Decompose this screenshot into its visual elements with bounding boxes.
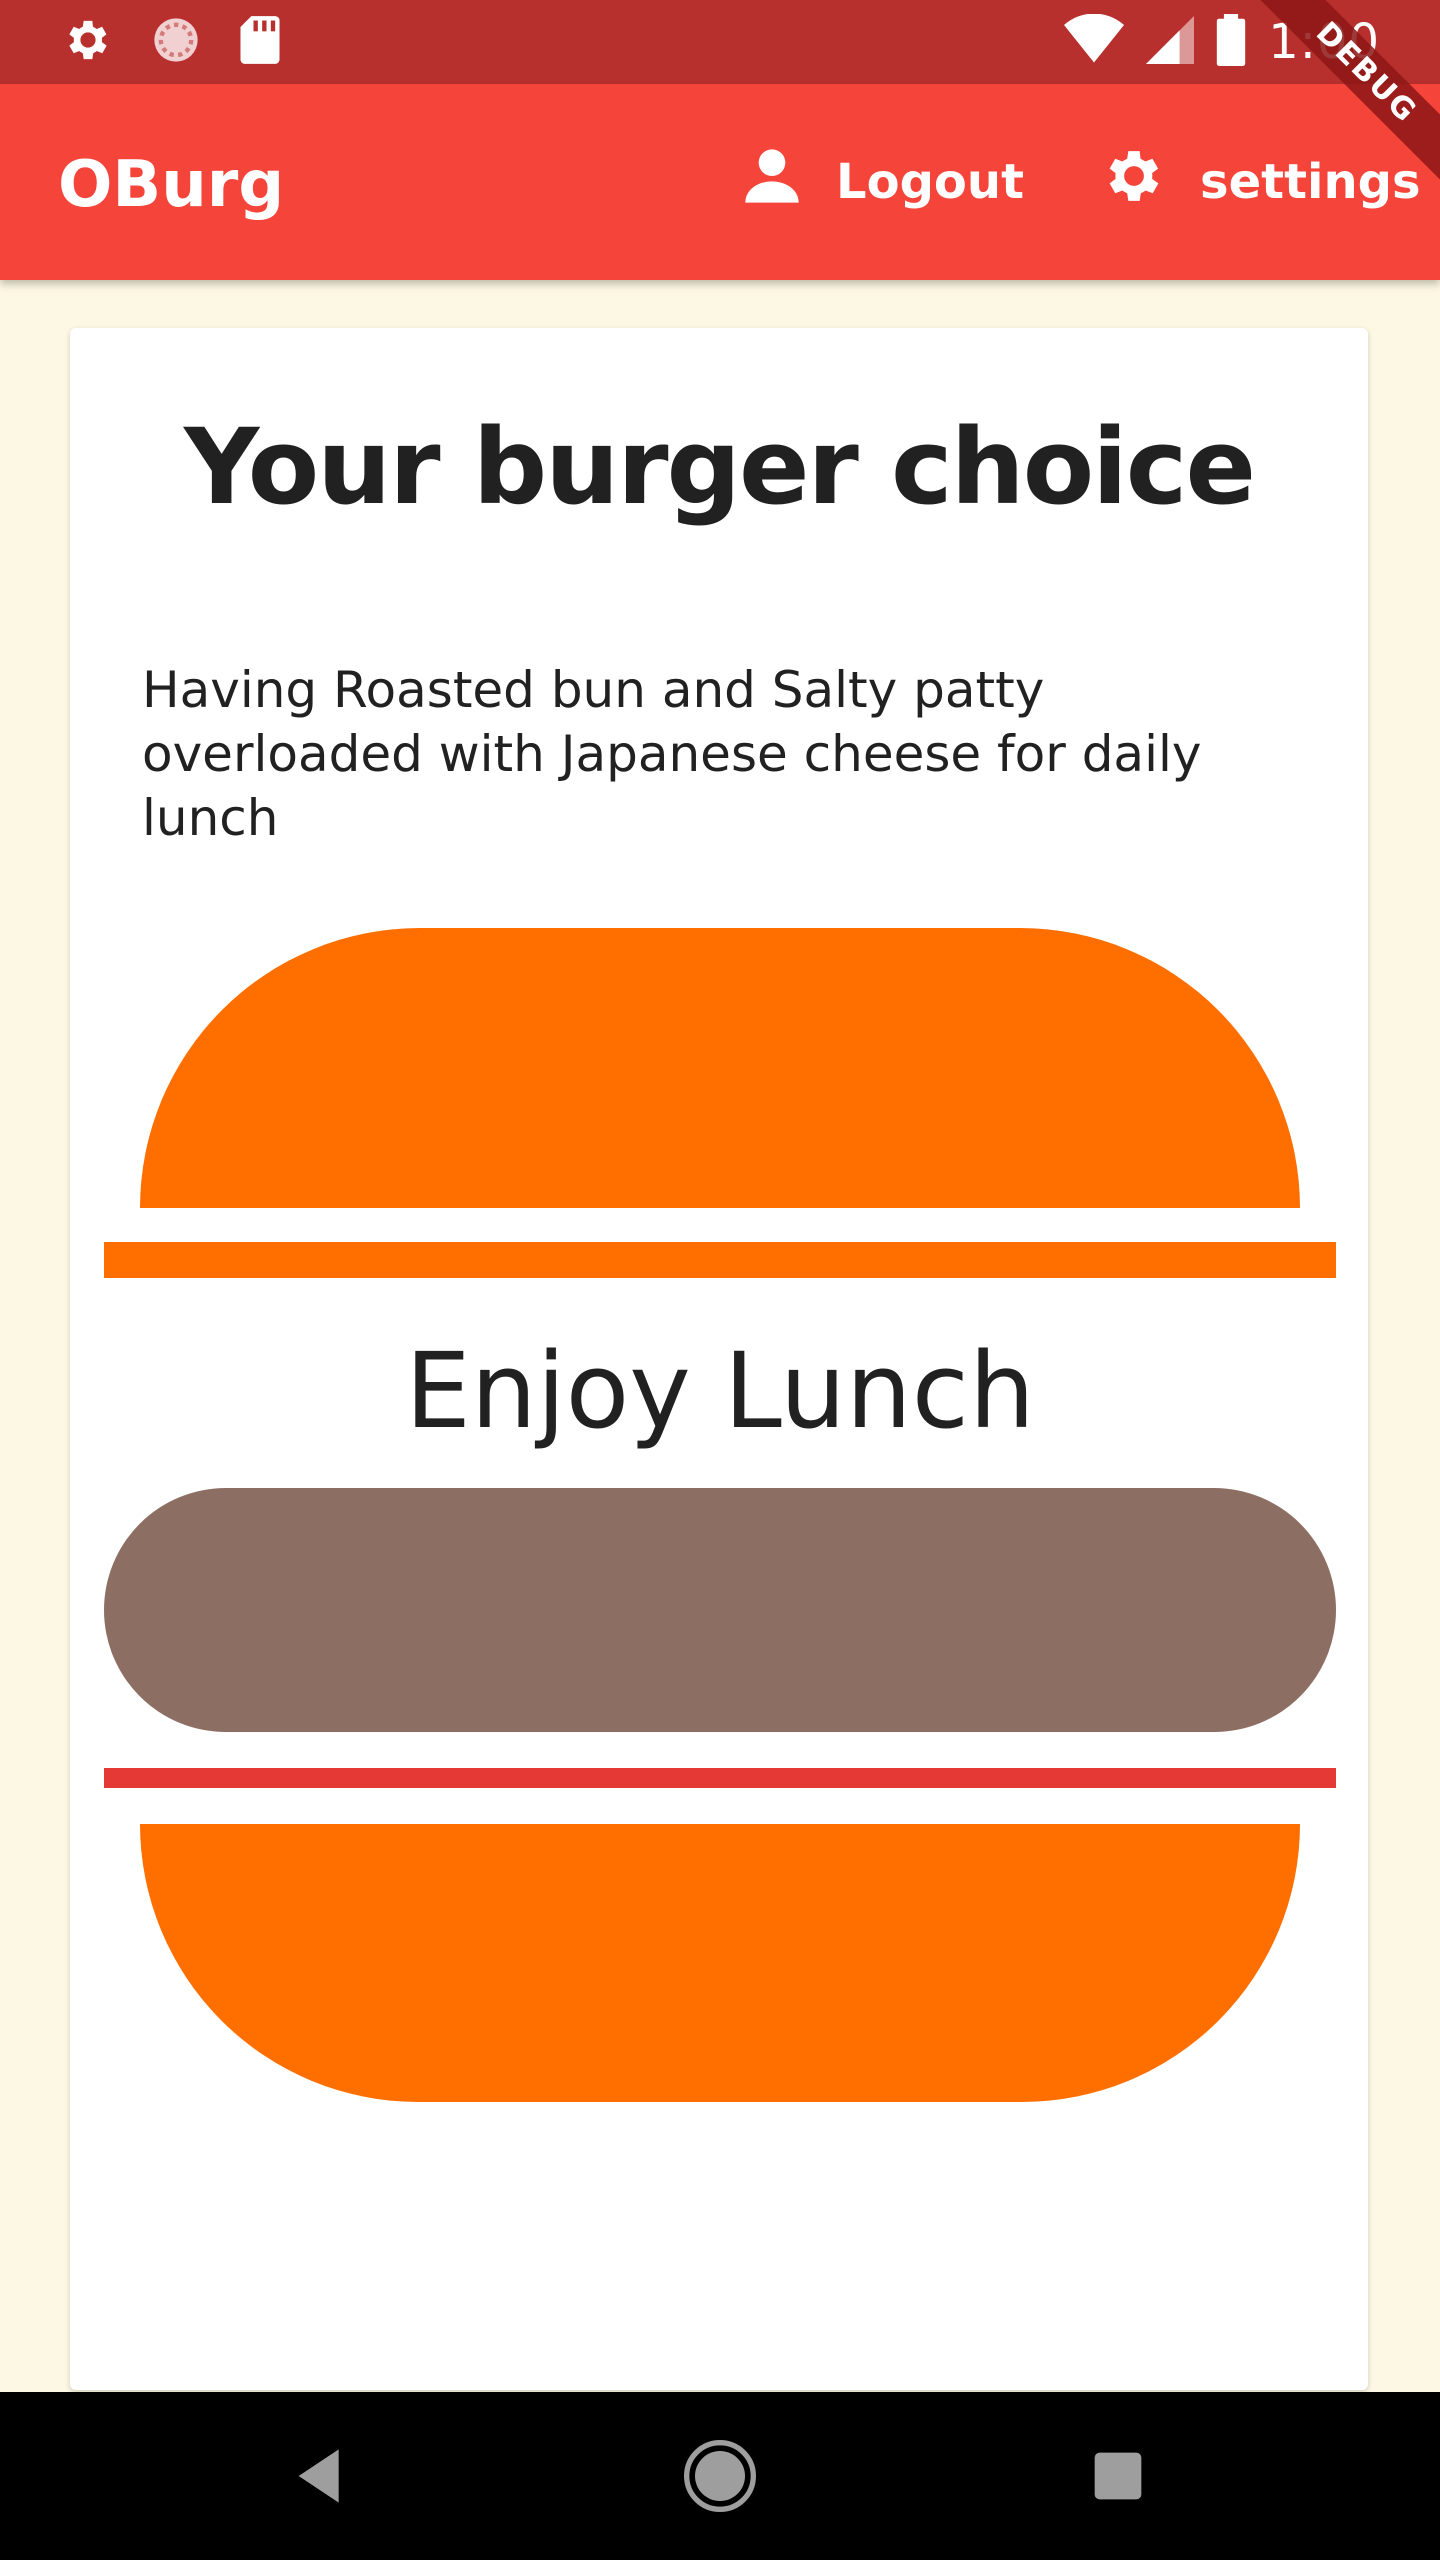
- card-title: Your burger choice: [184, 406, 1256, 528]
- logout-label: Logout: [836, 154, 1025, 210]
- home-button[interactable]: [680, 2436, 760, 2516]
- wifi-icon: [1064, 13, 1125, 71]
- top-bun: [140, 928, 1300, 1208]
- person-icon: [740, 144, 804, 220]
- status-left-icons: [62, 14, 282, 71]
- patty: [104, 1488, 1336, 1732]
- app-bar: OBurg Logout settings: [0, 84, 1440, 280]
- logout-button[interactable]: Logout: [740, 142, 1024, 222]
- battery-icon: [1216, 13, 1246, 71]
- back-button[interactable]: [282, 2436, 362, 2516]
- home-icon: [680, 2440, 760, 2520]
- burger-description: Having Roasted bun and Salty patty overl…: [142, 661, 1202, 847]
- settings-button[interactable]: settings: [1100, 142, 1421, 222]
- recents-button[interactable]: [1078, 2436, 1158, 2516]
- bottom-bun: [140, 1824, 1300, 2102]
- navigation-bar: [0, 2392, 1440, 2560]
- signal-icon: [1146, 14, 1195, 71]
- settings-label: settings: [1200, 154, 1421, 210]
- enjoy-lunch-text: Enjoy Lunch: [405, 1330, 1035, 1452]
- back-icon: [282, 2449, 362, 2520]
- bun-divider: [104, 1242, 1336, 1278]
- recents-icon: [1078, 2452, 1158, 2520]
- sync-icon: [150, 14, 202, 71]
- status-bar: 1:00: [0, 0, 1440, 84]
- gear-icon: [1100, 142, 1168, 222]
- sd-card-icon: [238, 14, 282, 71]
- app-title: OBurg: [58, 148, 285, 222]
- settings-icon: [62, 14, 114, 71]
- sauce-line: [104, 1768, 1336, 1788]
